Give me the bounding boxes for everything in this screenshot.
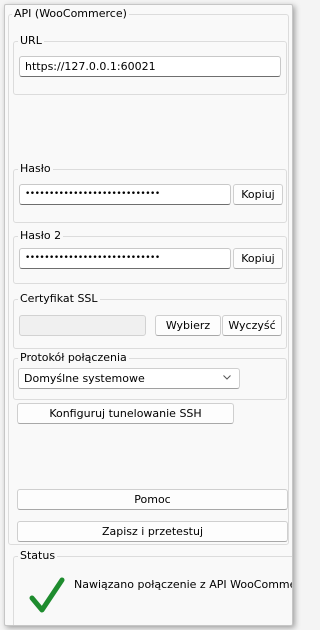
password2-legend: Hasło 2 bbox=[18, 229, 64, 243]
password2-copy-button[interactable]: Kopiuj bbox=[233, 248, 283, 269]
password-input[interactable]: •••••••••••••••••••••••••••• bbox=[19, 184, 231, 205]
ssl-certificate-field bbox=[19, 315, 146, 336]
protocol-legend: Protokół połączenia bbox=[18, 351, 129, 365]
api-group-legend: API (WooCommerce) bbox=[12, 7, 129, 21]
protocol-selected-value: Domyślne systemowe bbox=[24, 372, 145, 385]
ssl-legend: Certyfikat SSL bbox=[18, 292, 100, 306]
status-legend: Status bbox=[18, 549, 58, 563]
protocol-group: Protokół połączenia Domyślne systemowe bbox=[13, 351, 287, 400]
save-and-test-button[interactable]: Zapisz i przetestuj bbox=[17, 521, 288, 542]
url-input[interactable]: https://127.0.0.1:60021 bbox=[19, 56, 281, 77]
protocol-select[interactable]: Domyślne systemowe bbox=[18, 368, 240, 389]
password-legend: Hasło bbox=[18, 162, 53, 176]
url-group: URL https://127.0.0.1:60021 bbox=[13, 34, 287, 95]
status-message: Nawiązano połączenie z API WooCommerce bbox=[74, 578, 293, 591]
password-group: Hasło •••••••••••••••••••••••••••• Kopiu… bbox=[13, 162, 287, 223]
chevron-down-icon bbox=[223, 375, 231, 380]
checkmark-icon bbox=[29, 577, 65, 613]
ssl-group: Certyfikat SSL Wybierz Wyczyść bbox=[13, 292, 287, 349]
ssl-clear-button[interactable]: Wyczyść bbox=[222, 315, 282, 336]
help-button[interactable]: Pomoc bbox=[17, 489, 288, 510]
ssl-choose-button[interactable]: Wybierz bbox=[155, 315, 221, 336]
ssh-tunnel-button[interactable]: Konfiguruj tunelowanie SSH bbox=[17, 403, 234, 424]
url-legend: URL bbox=[18, 34, 44, 48]
password-copy-button[interactable]: Kopiuj bbox=[233, 184, 283, 205]
settings-panel: API (WooCommerce) URL https://127.0.0.1:… bbox=[4, 4, 293, 626]
password2-group: Hasło 2 •••••••••••••••••••••••••••• Kop… bbox=[13, 229, 287, 284]
password2-input[interactable]: •••••••••••••••••••••••••••• bbox=[19, 248, 231, 269]
status-group: Status Nawiązano połączenie z API WooCom… bbox=[13, 549, 293, 625]
